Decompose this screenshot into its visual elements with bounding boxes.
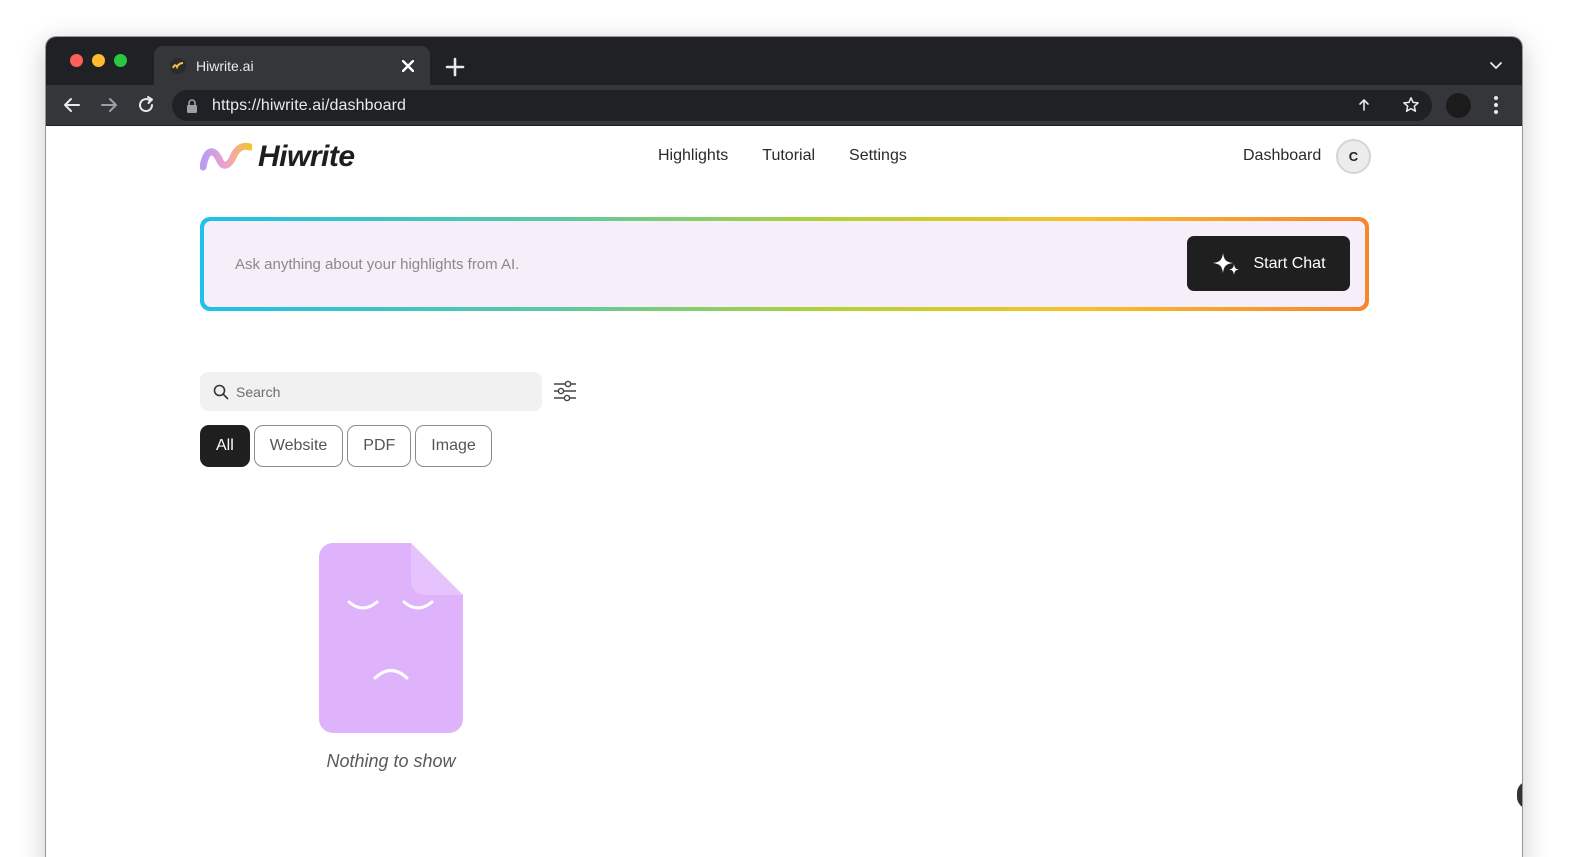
filter-sliders-icon[interactable] bbox=[553, 380, 577, 402]
browser-toolbar: https://hiwrite.ai/dashboard bbox=[46, 85, 1522, 126]
share-icon[interactable] bbox=[1356, 97, 1372, 113]
lock-icon bbox=[187, 98, 197, 113]
nav-settings[interactable]: Settings bbox=[849, 147, 907, 165]
maximize-window-button[interactable] bbox=[114, 54, 127, 67]
close-tab-icon[interactable] bbox=[400, 58, 416, 74]
tab-title: Hiwrite.ai bbox=[196, 57, 254, 74]
new-tab-icon[interactable] bbox=[444, 56, 466, 78]
type-filter-chips: All Website PDF Image bbox=[200, 425, 492, 467]
window-controls bbox=[70, 54, 127, 67]
dashboard-link[interactable]: Dashboard bbox=[1243, 147, 1321, 165]
ai-question-input[interactable] bbox=[235, 255, 1135, 273]
start-chat-label: Start Chat bbox=[1253, 254, 1326, 272]
profile-avatar[interactable] bbox=[1446, 93, 1471, 118]
main-nav: Highlights Tutorial Settings bbox=[658, 147, 907, 165]
search-input[interactable] bbox=[236, 383, 526, 400]
search-icon bbox=[213, 384, 229, 399]
page-content: Hiwrite Highlights Tutorial Settings Das… bbox=[46, 126, 1522, 857]
user-avatar[interactable]: C bbox=[1336, 139, 1371, 174]
minimize-window-button[interactable] bbox=[92, 54, 105, 67]
screen: Hiwrite.ai https://hiwrite.ai/dashboard bbox=[0, 0, 1581, 857]
nav-tutorial[interactable]: Tutorial bbox=[762, 147, 815, 165]
logo-text: Hiwrite bbox=[258, 140, 355, 173]
close-window-button[interactable] bbox=[70, 54, 83, 67]
sparkle-icon bbox=[1213, 252, 1240, 275]
url-text: https://hiwrite.ai/dashboard bbox=[212, 96, 407, 114]
sad-document-icon bbox=[319, 543, 463, 733]
browser-window: Hiwrite.ai https://hiwrite.ai/dashboard bbox=[46, 37, 1522, 857]
back-arrow-icon[interactable] bbox=[62, 95, 82, 115]
favicon-icon bbox=[170, 57, 186, 74]
tab-search-chevron-icon[interactable] bbox=[1488, 57, 1504, 73]
ai-chat-inner: Start Chat bbox=[204, 221, 1365, 307]
logo-mark-icon bbox=[200, 142, 252, 171]
start-chat-button[interactable]: Start Chat bbox=[1187, 236, 1350, 291]
empty-state-message: Nothing to show bbox=[326, 751, 456, 771]
hiwrite-logo[interactable]: Hiwrite bbox=[200, 140, 355, 174]
browser-menu-icon[interactable] bbox=[1489, 95, 1503, 115]
ai-chat-bar: Start Chat bbox=[200, 217, 1369, 311]
browser-tab[interactable]: Hiwrite.ai bbox=[154, 46, 430, 85]
filter-image[interactable]: Image bbox=[415, 425, 492, 467]
floating-helper-tab[interactable] bbox=[1517, 781, 1522, 809]
tab-strip: Hiwrite.ai bbox=[46, 37, 1522, 85]
address-bar[interactable]: https://hiwrite.ai/dashboard bbox=[172, 90, 1432, 121]
filter-all[interactable]: All bbox=[200, 425, 250, 467]
star-icon[interactable] bbox=[1402, 96, 1420, 114]
nav-highlights[interactable]: Highlights bbox=[658, 147, 728, 165]
reload-icon[interactable] bbox=[136, 95, 156, 115]
forward-arrow-icon[interactable] bbox=[99, 95, 119, 115]
filter-website[interactable]: Website bbox=[253, 425, 344, 467]
search-box bbox=[200, 372, 542, 411]
filter-pdf[interactable]: PDF bbox=[347, 425, 412, 467]
